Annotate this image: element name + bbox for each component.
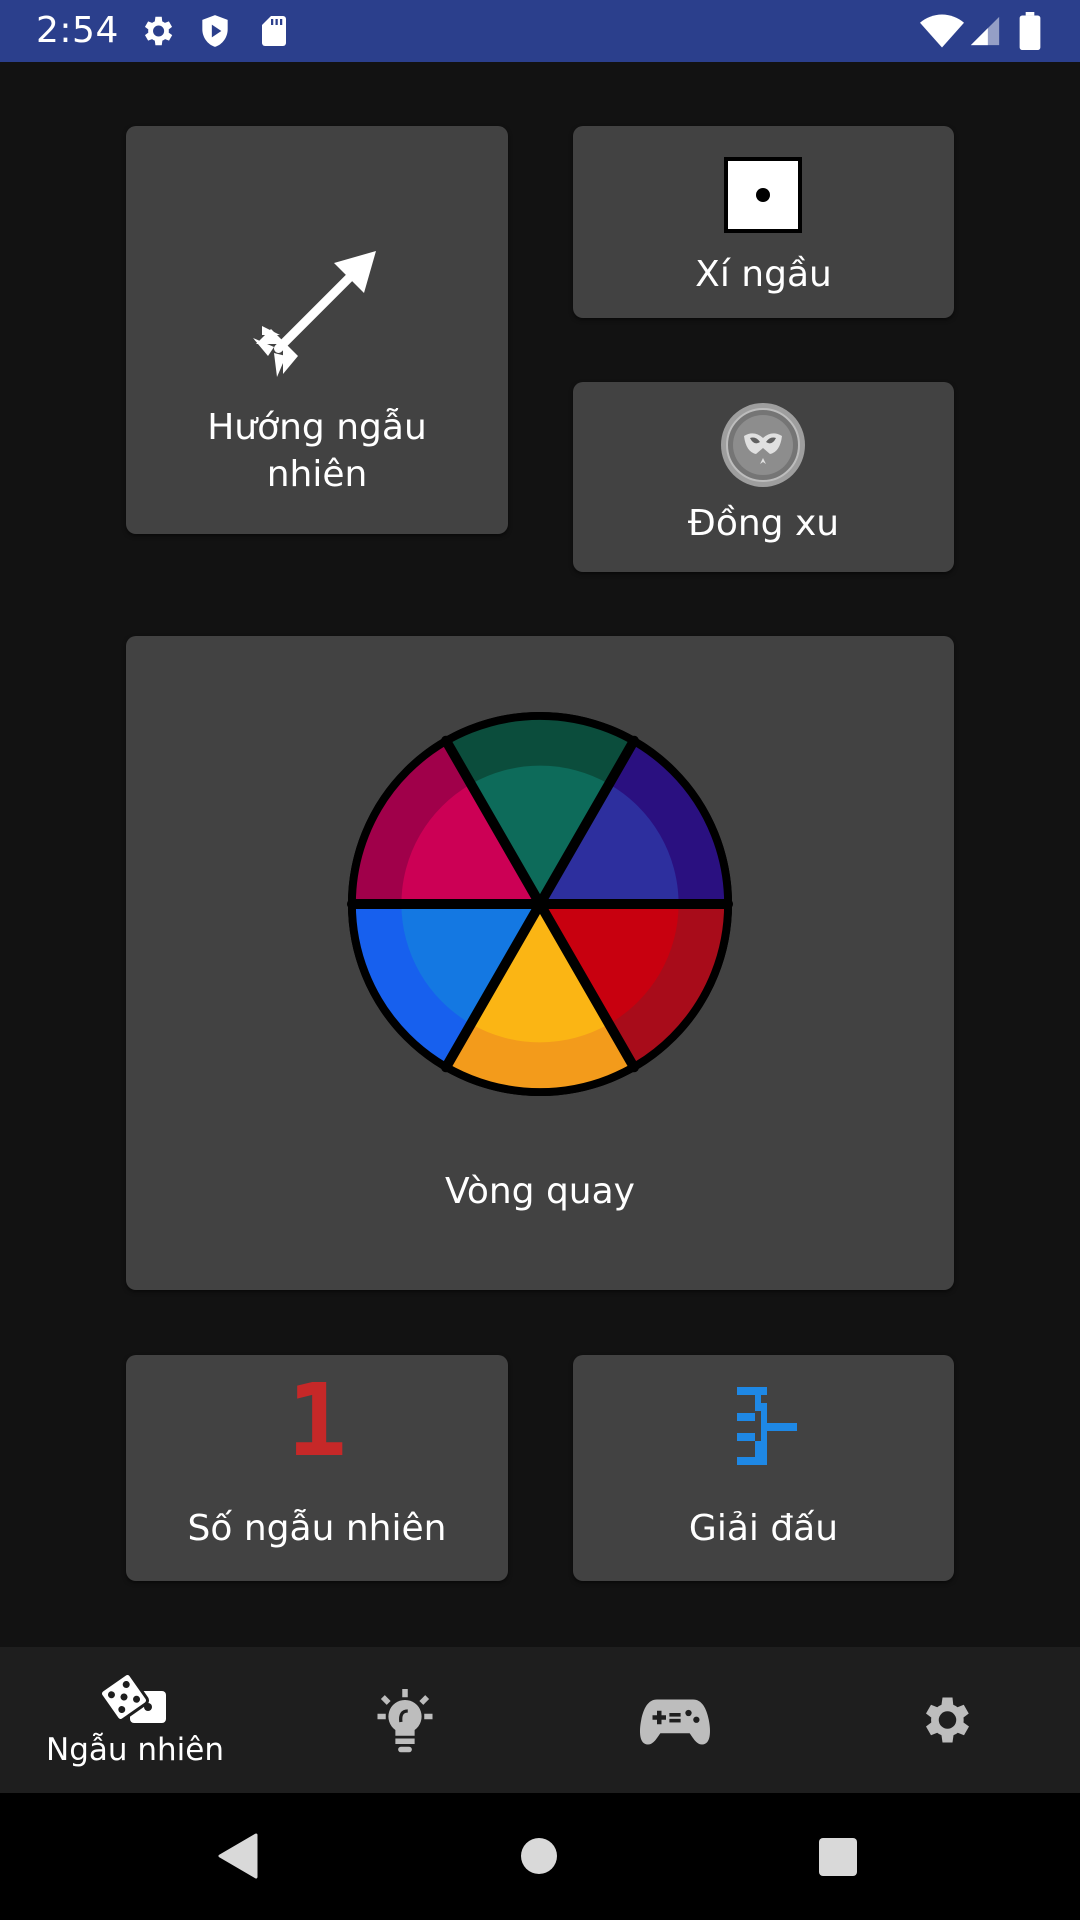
coin-label: Đồng xu <box>687 503 840 544</box>
gear-icon <box>144 16 173 46</box>
nav-label-random: Ngẫu nhiên <box>46 1732 224 1768</box>
dice-label: Xí ngầu <box>695 254 832 295</box>
random-direction-tile[interactable]: Hướng ngẫu nhiên <box>126 126 508 534</box>
number-one-glyph: 1 <box>286 1362 348 1479</box>
random-number-label: Số ngẫu nhiên <box>187 1508 447 1549</box>
shield-play-icon <box>202 15 228 47</box>
nav-item-ideas[interactable] <box>270 1647 540 1793</box>
status-time: 2:54 <box>36 10 119 51</box>
home-icon[interactable] <box>520 1837 558 1875</box>
wheel-icon <box>346 711 734 1097</box>
lightbulb-icon <box>377 1689 433 1753</box>
coin-icon <box>721 403 805 487</box>
status-bar: 2:54 <box>0 0 1080 62</box>
dice-pair-icon <box>100 1673 166 1723</box>
tournament-tile[interactable]: Giải đấu <box>573 1355 954 1581</box>
recents-icon[interactable] <box>818 1837 858 1877</box>
app-content: Hướng ngẫu nhiên Xí ngầu Đồng xu Vòng qu… <box>0 62 1080 1647</box>
coin-tile[interactable]: Đồng xu <box>573 382 954 572</box>
tournament-label: Giải đấu <box>688 1508 839 1549</box>
bracket-icon <box>737 1387 797 1465</box>
random-number-tile[interactable]: 1 Số ngẫu nhiên <box>126 1355 508 1581</box>
dice-icon <box>724 157 802 233</box>
nav-item-settings[interactable] <box>810 1647 1080 1793</box>
sd-card-icon <box>262 16 286 46</box>
back-icon[interactable] <box>216 1833 258 1879</box>
spin-wheel-tile[interactable]: Vòng quay <box>126 636 954 1290</box>
settings-gear-icon <box>926 1697 969 1743</box>
bottom-navigation: Ngẫu nhiên <box>0 1647 1080 1793</box>
cell-signal-icon <box>970 16 1000 46</box>
spin-wheel-label: Vòng quay <box>444 1171 635 1212</box>
system-navigation-bar <box>0 1793 1080 1920</box>
nav-item-random[interactable]: Ngẫu nhiên <box>0 1647 270 1793</box>
gamepad-icon <box>640 1699 710 1745</box>
arrow-icon <box>253 251 376 377</box>
random-direction-label: Hướng ngẫu nhiên <box>207 407 427 495</box>
wifi-icon <box>920 14 964 48</box>
number-one-icon: 1 <box>126 1371 508 1471</box>
nav-item-games[interactable] <box>540 1647 810 1793</box>
dice-tile[interactable]: Xí ngầu <box>573 126 954 318</box>
battery-icon <box>1019 12 1041 50</box>
